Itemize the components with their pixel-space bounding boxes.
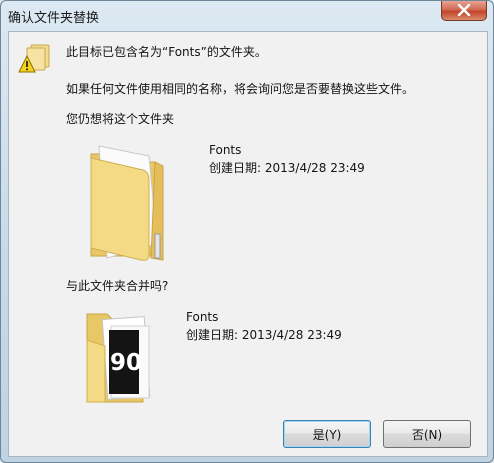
close-icon <box>457 4 471 16</box>
target-folder-date: 创建日期: 2013/4/28 23:49 <box>186 328 342 342</box>
thumbnail-text: 90 <box>110 350 143 376</box>
yes-button[interactable]: 是(Y) <box>283 420 371 448</box>
source-folder-date: 创建日期: 2013/4/28 23:49 <box>209 161 365 175</box>
source-folder-name: Fonts <box>209 143 242 157</box>
dialog-body: 此目标已包含名为“Fonts”的文件夹。 如果任何文件使用相同的名称，将会询问您… <box>8 31 488 457</box>
merge-prompt: 与此文件夹合并吗? <box>66 279 169 293</box>
title-bar[interactable]: 确认文件夹替换 <box>1 1 493 31</box>
message-line-3: 您仍想将这个文件夹 <box>66 112 175 126</box>
confirm-folder-replace-dialog: 确认文件夹替换 此目标已包含名为“Fonts”的文件夹。 如果任何文件使用相同的… <box>0 0 494 463</box>
no-button[interactable]: 否(N) <box>383 420 471 448</box>
folder-icon <box>90 145 164 261</box>
folder-thumbnail-icon: 90 <box>83 306 163 406</box>
target-folder-name: Fonts <box>186 310 219 324</box>
close-button[interactable] <box>441 1 487 21</box>
warning-folder-icon <box>18 44 50 73</box>
window-title: 确认文件夹替换 <box>8 11 100 26</box>
message-line-2: 如果任何文件使用相同的名称，将会询问您是否要替换这些文件。 <box>66 82 415 96</box>
message-line-1: 此目标已包含名为“Fonts”的文件夹。 <box>66 45 267 59</box>
